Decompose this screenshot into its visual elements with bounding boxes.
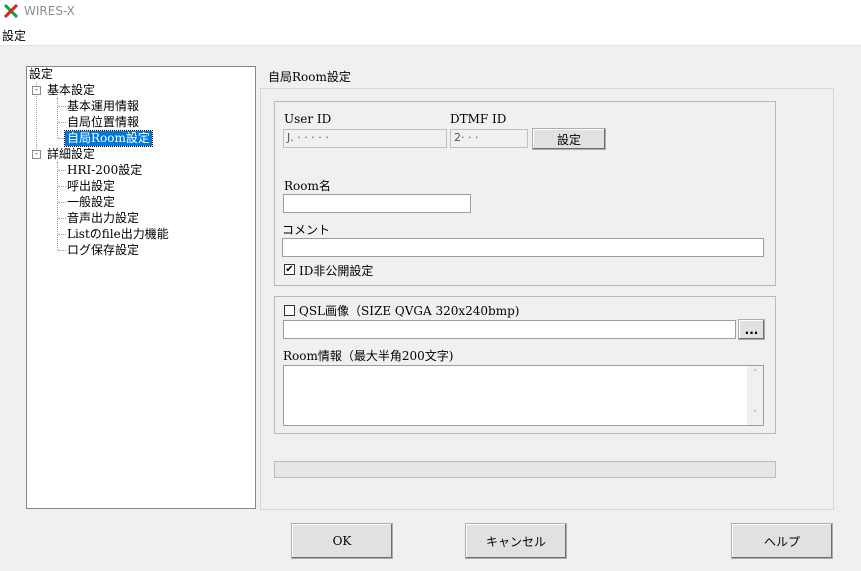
tree-line: [58, 170, 66, 171]
user-id-label: User ID: [284, 112, 332, 126]
tree-collapse-box-advanced[interactable]: -: [32, 150, 41, 159]
cancel-button[interactable]: キャンセル: [465, 523, 567, 559]
tree-item-audio-output[interactable]: 音声出力設定: [67, 211, 139, 226]
id-hidden-label: ID非公開設定: [299, 264, 374, 278]
page-title: 自局Room設定: [268, 70, 351, 84]
tree-line: [58, 218, 66, 219]
menu-bar: [0, 24, 861, 46]
tree-item-call-settings[interactable]: 呼出設定: [67, 179, 115, 194]
tree-collapse-box-basic[interactable]: -: [32, 86, 41, 95]
wires-x-app-icon: [4, 4, 18, 18]
qsl-path-input[interactable]: [283, 320, 736, 339]
scroll-down-icon[interactable]: ˅: [747, 410, 763, 420]
room-info-label: Room情報（最大半角200文字): [283, 349, 454, 363]
tree-item-hri-200[interactable]: HRI-200設定: [67, 163, 142, 178]
comment-label: コメント: [282, 223, 331, 237]
tree-line: [58, 122, 66, 123]
ok-button[interactable]: OK: [291, 523, 393, 559]
scroll-up-icon[interactable]: ˄: [747, 369, 763, 379]
tree-line: [58, 186, 66, 187]
dtmf-id-field: 2· · ·: [450, 129, 528, 148]
tree-item-list-file-output[interactable]: Listのfile出力機能: [67, 227, 169, 242]
room-name-input[interactable]: [283, 194, 471, 213]
comment-input[interactable]: [282, 238, 764, 257]
tree-line: [58, 138, 64, 139]
tree-item-station-position[interactable]: 自局位置情報: [67, 115, 139, 130]
dtmf-id-label: DTMF ID: [450, 112, 507, 126]
qsl-checkbox[interactable]: [284, 305, 295, 316]
tree-line: [58, 202, 66, 203]
window-title: WIRES-X: [24, 4, 75, 18]
id-hidden-checkbox[interactable]: ✔: [284, 264, 295, 275]
qsl-browse-button[interactable]: ...: [738, 319, 765, 340]
dtmf-set-button[interactable]: 設定: [532, 128, 606, 150]
menu-settings[interactable]: 設定: [2, 27, 26, 44]
tree-item-log-save[interactable]: ログ保存設定: [67, 243, 139, 258]
tree-node-basic[interactable]: 基本設定: [47, 83, 95, 98]
tree-item-room-settings[interactable]: 自局Room設定: [64, 130, 153, 147]
tree-line: [58, 234, 66, 235]
settings-tree[interactable]: 設定 - 基本設定 基本運用情報 自局位置情報 自局Room設定 - 詳細設定 …: [26, 66, 256, 509]
tree-line: [57, 98, 58, 138]
tree-root[interactable]: 設定: [29, 67, 53, 82]
tree-node-advanced[interactable]: 詳細設定: [47, 147, 95, 162]
tree-line: [57, 162, 58, 250]
qsl-label: QSL画像（SIZE QVGA 320x240bmp): [299, 304, 520, 318]
title-bar: [0, 0, 861, 24]
tree-line: [58, 250, 66, 251]
progress-bar: [274, 461, 776, 478]
user-id-field: J. · · · · ·: [283, 129, 447, 148]
room-info-textarea[interactable]: [283, 365, 764, 426]
tree-item-basic-operation[interactable]: 基本運用情報: [67, 99, 139, 114]
help-button[interactable]: ヘルプ: [731, 523, 833, 559]
tree-line: [58, 106, 66, 107]
room-name-label: Room名: [284, 179, 331, 193]
tree-item-general-settings[interactable]: 一般設定: [67, 195, 115, 210]
